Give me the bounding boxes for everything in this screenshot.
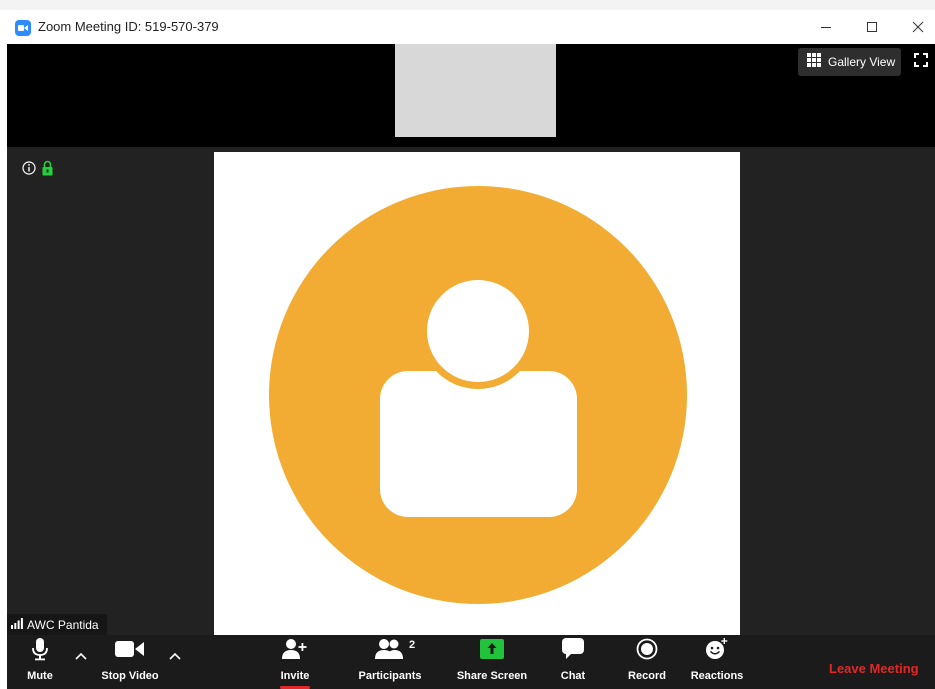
self-view-thumbnail[interactable] (395, 44, 556, 137)
participant-name-tag: AWC Pantida (7, 614, 107, 636)
people-icon (375, 638, 405, 665)
reactions-label: Reactions (690, 670, 744, 682)
signal-strength-icon (11, 616, 23, 634)
minimize-button[interactable] (803, 10, 849, 44)
participants-count-badge: 2 (409, 639, 416, 651)
zoom-logo-icon (15, 20, 31, 36)
main-video-stage: AWC Pantida (7, 147, 935, 643)
stop-video-label: Stop Video (101, 670, 159, 682)
zoom-meeting-window: Zoom Meeting ID: 519-570-379 Gallery Vie… (7, 10, 935, 689)
grid-icon (807, 52, 821, 72)
desktop-background-strip (0, 0, 935, 10)
title-bar: Zoom Meeting ID: 519-570-379 (7, 10, 935, 45)
microphone-icon (31, 637, 49, 666)
add-person-icon (282, 638, 308, 665)
speech-bubble-icon (562, 637, 584, 665)
share-screen-label: Share Screen (456, 670, 528, 682)
record-button[interactable]: Record (625, 635, 669, 689)
chat-button[interactable]: Chat (555, 635, 591, 689)
meeting-toolbar: Mute Stop Video Invite 2 Participants Sh… (7, 635, 935, 689)
participants-button[interactable]: 2 Participants (355, 635, 425, 689)
thumbnail-strip: Gallery View (7, 44, 935, 147)
avatar (269, 186, 687, 604)
stop-video-button[interactable]: Stop Video (95, 635, 165, 689)
video-options-chevron-up-icon[interactable] (169, 647, 181, 665)
info-icon[interactable] (22, 161, 36, 180)
video-camera-icon (115, 640, 145, 663)
record-circle-icon (636, 638, 658, 665)
reactions-button[interactable]: Reactions (689, 635, 745, 689)
active-speaker-video (214, 152, 740, 643)
participants-label: Participants (358, 670, 422, 682)
share-arrow-icon (480, 638, 504, 664)
window-title: Zoom Meeting ID: 519-570-379 (38, 19, 219, 34)
share-screen-button[interactable]: Share Screen (455, 635, 529, 689)
audio-options-chevron-up-icon[interactable] (75, 647, 87, 665)
lock-icon[interactable] (42, 160, 53, 181)
mute-label: Mute (27, 670, 53, 682)
leave-meeting-button[interactable]: Leave Meeting (829, 661, 919, 676)
gallery-view-button[interactable]: Gallery View (798, 48, 901, 76)
invite-button[interactable]: Invite (275, 635, 315, 689)
maximize-button[interactable] (849, 10, 895, 44)
invite-label: Invite (280, 670, 310, 682)
chat-label: Chat (560, 670, 586, 682)
fullscreen-icon[interactable] (914, 53, 928, 72)
smiley-plus-icon (705, 637, 729, 665)
mute-button[interactable]: Mute (19, 635, 61, 689)
gallery-view-label: Gallery View (828, 55, 896, 69)
record-label: Record (628, 670, 666, 682)
close-button[interactable] (895, 10, 935, 44)
participant-name: AWC Pantida (27, 618, 99, 632)
